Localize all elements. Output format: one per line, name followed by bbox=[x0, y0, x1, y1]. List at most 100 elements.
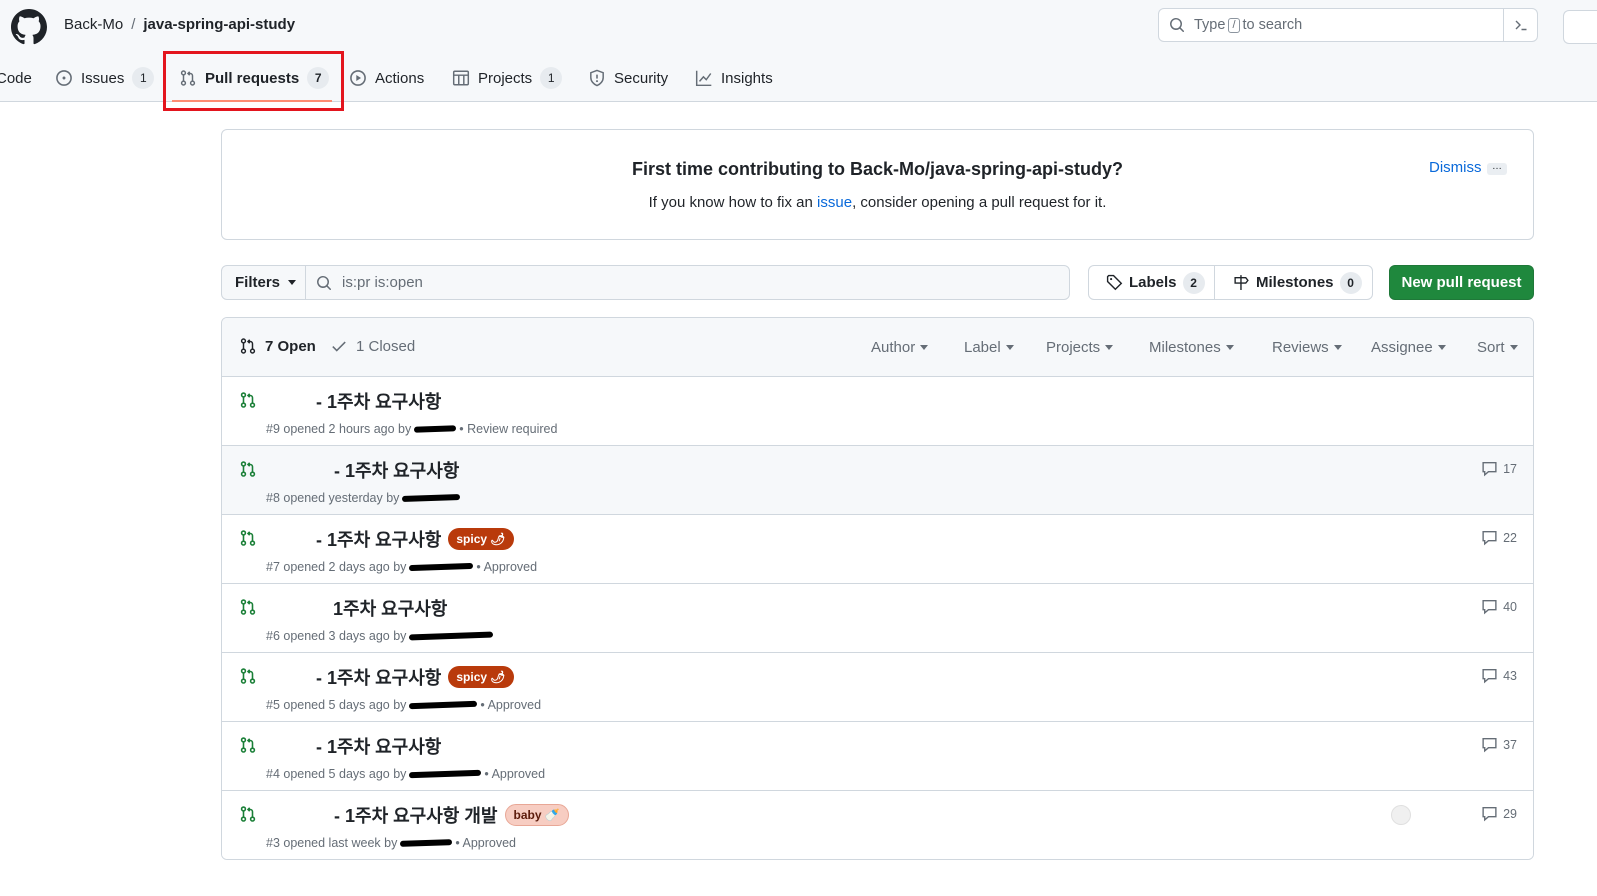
tab-issues[interactable]: Issues 1 bbox=[55, 56, 155, 100]
chevron-down-icon bbox=[1437, 345, 1446, 350]
chevron-down-icon bbox=[1005, 345, 1014, 350]
pull-request-title[interactable]: - 1주차 요구사항 개발 baby 🍼 bbox=[334, 802, 569, 828]
pull-request-row[interactable]: - 1주차 요구사항 spicy 🌶 #5 opened 5 days ago … bbox=[222, 653, 1533, 722]
comment-icon bbox=[1482, 668, 1497, 684]
open-pull-request-icon bbox=[240, 530, 256, 546]
tab-insights[interactable]: Insights bbox=[695, 56, 773, 100]
review-status: • Approved bbox=[455, 836, 517, 850]
github-logo-icon[interactable] bbox=[11, 9, 47, 45]
pull-request-title[interactable]: 1주차 요구사항 bbox=[333, 595, 447, 621]
comment-icon bbox=[1482, 530, 1497, 546]
comment-icon bbox=[1482, 806, 1497, 822]
tab-issues-label: Issues bbox=[81, 69, 125, 87]
reviews-filter-dropdown[interactable]: Reviews bbox=[1272, 339, 1342, 356]
opened-info: #8 opened yesterday by bbox=[266, 491, 400, 505]
list-header: 7 Open 1 Closed Author Label Projects Mi… bbox=[222, 318, 1533, 377]
spicy-label[interactable]: spicy 🌶 bbox=[448, 666, 514, 688]
header-right-button[interactable] bbox=[1563, 10, 1597, 44]
comment-icon bbox=[1482, 599, 1497, 615]
owner-link[interactable]: Back-Mo bbox=[64, 16, 123, 33]
global-search-input[interactable]: Type / to search bbox=[1158, 8, 1538, 42]
label-filter-dropdown[interactable]: Label bbox=[964, 339, 1014, 356]
pull-request-row[interactable]: - 1주차 요구사항 #9 opened 2 hours ago by • Re… bbox=[222, 377, 1533, 446]
closed-filter-link[interactable]: 1 Closed bbox=[330, 337, 415, 355]
pull-request-meta: #4 opened 5 days ago by • Approved bbox=[266, 767, 545, 781]
tag-icon bbox=[1106, 274, 1123, 291]
banner-title: First time contributing to Back-Mo/java-… bbox=[631, 159, 1124, 179]
open-filter-link[interactable]: 7 Open bbox=[239, 337, 316, 355]
pull-request-meta: #3 opened last week by • Approved bbox=[266, 836, 516, 850]
pull-request-icon bbox=[240, 338, 256, 354]
pull-request-title[interactable]: - 1주차 요구사항 spicy 🌶 bbox=[316, 664, 514, 690]
pull-request-row[interactable]: 1주차 요구사항 #6 opened 3 days ago by 40 bbox=[222, 584, 1533, 653]
pull-request-row[interactable]: - 1주차 요구사항 #4 opened 5 days ago by • App… bbox=[222, 722, 1533, 791]
milestones-filter-label: Milestones bbox=[1149, 339, 1221, 356]
search-shortcut-key: / bbox=[1228, 17, 1240, 33]
redacted-username bbox=[400, 839, 453, 847]
projects-filter-label: Projects bbox=[1046, 339, 1101, 356]
command-palette-button[interactable] bbox=[1503, 9, 1537, 41]
filters-dropdown-button[interactable]: Filters bbox=[221, 265, 306, 300]
assignee-avatar[interactable] bbox=[1391, 805, 1411, 825]
issue-icon bbox=[56, 70, 72, 86]
redacted-username bbox=[402, 493, 461, 503]
comment-count[interactable]: 40 bbox=[1481, 598, 1517, 615]
tab-actions[interactable]: Actions bbox=[349, 56, 424, 100]
pull-request-row[interactable]: - 1주차 요구사항 spicy 🌶 #7 opened 2 days ago … bbox=[222, 515, 1533, 584]
open-pull-request-icon bbox=[240, 461, 256, 477]
labels-count: 2 bbox=[1182, 271, 1205, 294]
pull-request-row[interactable]: - 1주차 요구사항 개발 baby 🍼 #3 opened last week… bbox=[222, 791, 1533, 859]
redacted-username bbox=[409, 562, 474, 572]
tab-projects[interactable]: Projects 1 bbox=[452, 56, 563, 100]
opened-info: #6 opened 3 days ago by bbox=[266, 629, 407, 643]
issue-search-input[interactable]: is:pr is:open bbox=[305, 265, 1070, 300]
spicy-label[interactable]: spicy 🌶 bbox=[448, 528, 514, 550]
repo-link[interactable]: java-spring-api-study bbox=[143, 16, 295, 33]
search-placeholder: Type / to search bbox=[1194, 17, 1302, 33]
comment-count[interactable]: 37 bbox=[1481, 736, 1517, 753]
milestones-filter-dropdown[interactable]: Milestones bbox=[1149, 339, 1234, 356]
baby-label[interactable]: baby 🍼 bbox=[504, 804, 569, 826]
opened-info: #7 opened 2 days ago by bbox=[266, 560, 407, 574]
comment-count[interactable]: 17 bbox=[1481, 460, 1517, 477]
tab-projects-label: Projects bbox=[478, 69, 533, 87]
opened-info: #3 opened last week by bbox=[266, 836, 398, 850]
tab-security-label: Security bbox=[614, 69, 669, 87]
review-status: • Approved bbox=[476, 560, 538, 574]
comment-count[interactable]: 43 bbox=[1481, 667, 1517, 684]
pull-request-meta: #5 opened 5 days ago by • Approved bbox=[266, 698, 541, 712]
pull-request-title[interactable]: - 1주차 요구사항 bbox=[316, 733, 441, 759]
opened-info: #5 opened 5 days ago by bbox=[266, 698, 407, 712]
sort-label: Sort bbox=[1477, 339, 1505, 356]
comment-count-value: 43 bbox=[1503, 668, 1517, 683]
pull-request-title[interactable]: - 1주차 요구사항 bbox=[316, 388, 441, 414]
author-filter-dropdown[interactable]: Author bbox=[871, 339, 929, 356]
table-icon bbox=[452, 70, 470, 86]
labels-button[interactable]: Labels 2 bbox=[1088, 265, 1215, 300]
check-icon bbox=[332, 341, 346, 352]
review-status: • Review required bbox=[459, 422, 558, 436]
banner-issue-link[interactable]: issue bbox=[817, 194, 852, 211]
open-pull-request-icon bbox=[240, 668, 256, 684]
tab-security[interactable]: Security bbox=[588, 56, 668, 100]
open-count-label: 7 Open bbox=[265, 337, 316, 355]
open-pull-request-icon bbox=[240, 737, 256, 753]
pull-request-title[interactable]: - 1주차 요구사항 spicy 🌶 bbox=[316, 526, 514, 552]
banner-more-button[interactable]: … bbox=[1487, 162, 1507, 175]
pull-request-row[interactable]: - 1주차 요구사항 #8 opened yesterday by 17 bbox=[222, 446, 1533, 515]
pull-request-meta: #6 opened 3 days ago by bbox=[266, 629, 496, 643]
pull-request-title-text: - 1주차 요구사항 bbox=[316, 737, 442, 757]
comment-count[interactable]: 29 bbox=[1481, 805, 1517, 822]
milestones-button[interactable]: Milestones 0 bbox=[1214, 265, 1373, 300]
pull-request-title-text: - 1주차 요구사항 bbox=[316, 668, 442, 688]
projects-filter-dropdown[interactable]: Projects bbox=[1046, 339, 1114, 356]
sort-dropdown[interactable]: Sort bbox=[1477, 339, 1518, 356]
dismiss-button[interactable]: Dismiss bbox=[1429, 159, 1482, 176]
label-filter-label: Label bbox=[964, 339, 1001, 356]
tab-code[interactable]: Code bbox=[0, 56, 32, 100]
comment-count[interactable]: 22 bbox=[1481, 529, 1517, 546]
new-pull-request-button[interactable]: New pull request bbox=[1389, 265, 1534, 300]
pull-request-title[interactable]: - 1주차 요구사항 bbox=[334, 457, 459, 483]
opened-info: #9 opened 2 hours ago by bbox=[266, 422, 412, 436]
assignee-filter-dropdown[interactable]: Assignee bbox=[1371, 339, 1446, 356]
